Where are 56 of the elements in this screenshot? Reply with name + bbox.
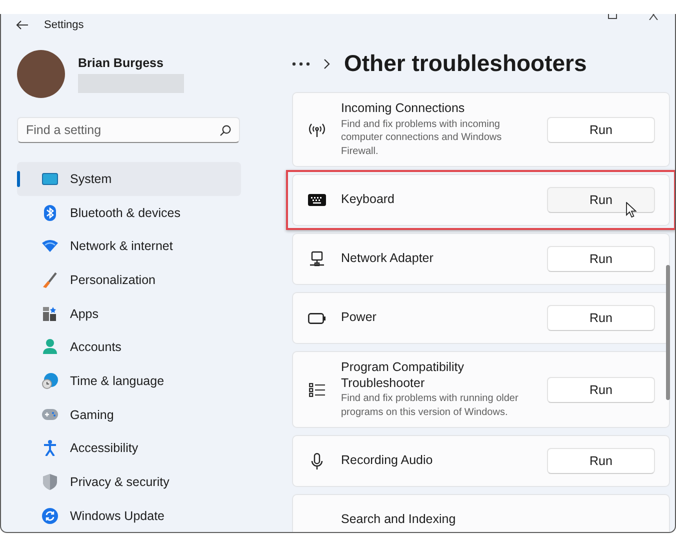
battery-icon [308,312,326,324]
mouse-pointer-icon [626,202,637,218]
gamepad-icon [42,409,58,420]
selection-indicator [17,171,20,187]
troubleshooter-title: Incoming Connections [341,101,466,116]
monitor-icon [42,172,58,185]
nav-item[interactable]: Network & internet [17,229,241,264]
troubleshooter-title: Keyboard [341,192,396,208]
page-title: Other troubleshooters [344,50,587,77]
run-button[interactable]: Run [547,246,655,272]
run-button[interactable]: Run [547,305,655,331]
nav-item[interactable]: Time & language [17,364,241,398]
troubleshooter-description: Find and fix problems with running older programs on this version of Windows. [341,392,520,419]
globe-clock-icon [42,372,58,389]
troubleshooter-description: Find and fix problems with incoming computer connections and Windows Firewall. [341,118,503,158]
nav-item[interactable]: Privacy & security [17,465,241,499]
troubleshooter-title: Search and Indexing [341,512,457,528]
run-button[interactable]: Run [547,116,655,142]
accessibility-icon [43,440,57,456]
update-icon [42,508,58,524]
run-button[interactable]: Run [547,376,655,402]
microphone-icon [311,452,323,470]
run-button[interactable]: Run [547,448,655,474]
nav-item[interactable]: Bluetooth & devices [17,196,241,230]
window-title: Settings [44,19,84,31]
checklist-icon [309,382,325,396]
antenna-icon [309,122,325,136]
paintbrush-icon [43,272,57,288]
more-icon [292,62,310,66]
person-icon [43,339,57,356]
nav-item[interactable]: Gaming [17,398,241,432]
search-icon [220,125,231,136]
nav-item[interactable]: Accounts [17,330,241,364]
chevron-right-icon [324,58,330,68]
search-field[interactable]: Find a setting [17,117,240,143]
bluetooth-icon [44,204,56,221]
wifi-icon [42,240,58,252]
nav-item[interactable]: Apps [17,296,241,330]
close-icon[interactable] [649,14,658,20]
avatar [17,50,65,98]
shield-icon [43,474,57,490]
nav-item[interactable]: Accessibility [17,432,241,466]
maximize-icon[interactable] [608,14,617,19]
nav-item[interactable]: Personalization [17,263,241,297]
troubleshooter-title: Power [341,310,378,326]
apps-icon [43,306,57,321]
troubleshooter-title: Program Compatibility Troubleshooter [341,360,465,391]
network-computer-icon [309,251,325,267]
troubleshooter-title: Recording Audio [341,453,434,469]
back-arrow-icon [16,20,28,30]
troubleshooter-title: Network Adapter [341,251,434,267]
nav-item[interactable]: Windows Update [17,498,241,532]
user-name: Brian Burgess [78,56,164,70]
scrollbar-thumb[interactable] [666,265,670,400]
nav-item[interactable]: System [17,162,241,196]
keyboard-icon [308,194,326,206]
